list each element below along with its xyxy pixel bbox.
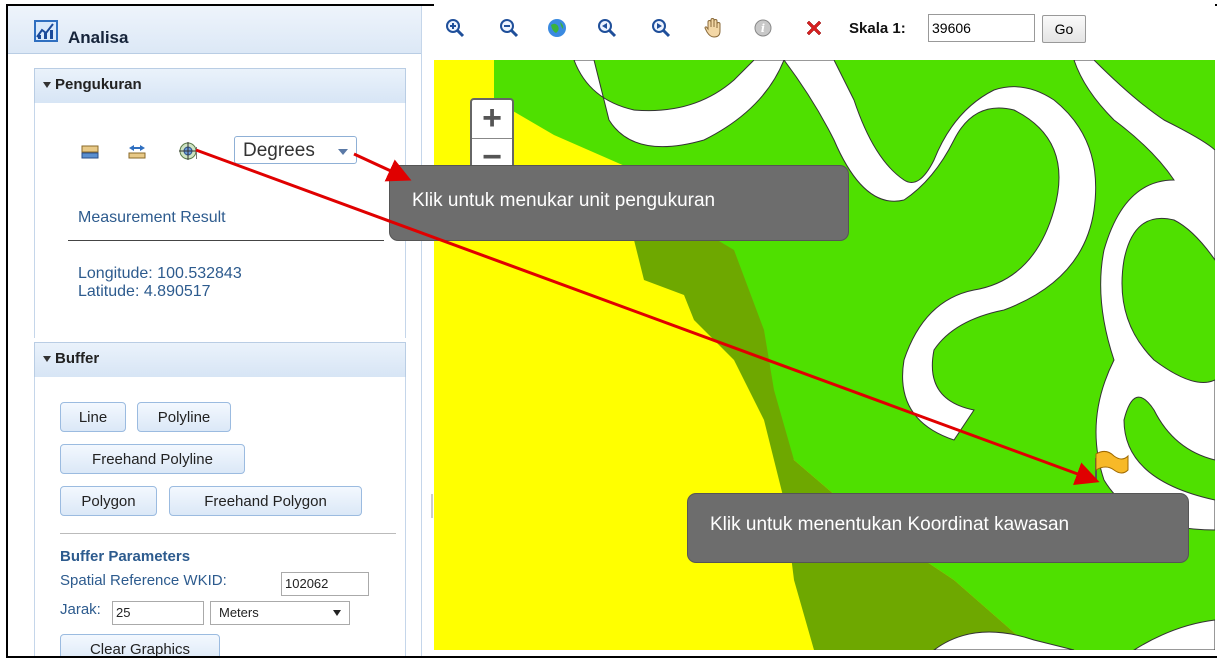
distance-input[interactable]: 25: [112, 601, 204, 625]
clear-graphics-button[interactable]: Clear Graphics: [60, 634, 220, 656]
measurement-result-title: Measurement Result: [78, 209, 226, 226]
latitude-value: Latitude: 4.890517: [78, 283, 211, 300]
longitude-value: Longitude: 100.532843: [78, 265, 242, 282]
unit-select[interactable]: Degrees: [234, 136, 357, 164]
previous-extent-icon[interactable]: [596, 17, 618, 39]
map-zoom-in-button[interactable]: +: [472, 100, 512, 138]
clear-x-icon[interactable]: [803, 17, 825, 39]
panel-splitter[interactable]: [431, 494, 433, 518]
freehand-polyline-button[interactable]: Freehand Polyline: [60, 444, 245, 474]
panel-title: Analisa: [68, 28, 129, 47]
divider: [68, 240, 384, 241]
distance-label: Jarak:: [60, 601, 101, 618]
wkid-input[interactable]: 102062: [281, 572, 369, 596]
measurement-section-header[interactable]: Pengukuran: [34, 68, 406, 104]
distance-unit-select[interactable]: Meters: [210, 601, 350, 625]
area-measure-icon[interactable]: [80, 142, 100, 162]
globe-icon[interactable]: [546, 17, 568, 39]
freehand-polygon-button[interactable]: Freehand Polygon: [169, 486, 362, 516]
chevron-down-icon: [338, 149, 348, 155]
polyline-button[interactable]: Polyline: [137, 402, 231, 432]
divider: [60, 533, 396, 534]
collapse-triangle-icon: [43, 356, 51, 362]
pan-hand-icon[interactable]: [702, 17, 724, 39]
info-icon[interactable]: i: [752, 17, 774, 39]
coordinate-callout-text: Klik untuk menentukan Koordinat kawasan: [710, 514, 1070, 535]
zoom-in-icon[interactable]: [444, 17, 466, 39]
wkid-label: Spatial Reference WKID:: [60, 572, 227, 589]
svg-text:i: i: [761, 22, 765, 35]
distance-unit-value: Meters: [219, 605, 259, 620]
unit-callout: Klik untuk menukar unit pengukuran: [390, 166, 848, 240]
measurement-header-label: Pengukuran: [55, 76, 142, 93]
next-extent-icon[interactable]: [650, 17, 672, 39]
unit-callout-text: Klik untuk menukar unit pengukuran: [412, 190, 716, 211]
collapse-triangle-icon: [43, 82, 51, 88]
toolbar-separator: [196, 147, 197, 159]
buffer-section-header[interactable]: Buffer: [34, 342, 406, 378]
chevron-down-icon: [333, 610, 341, 616]
unit-select-value: Degrees: [243, 140, 315, 161]
buffer-header-label: Buffer: [55, 350, 100, 367]
panel-header: Analisa: [8, 6, 421, 54]
location-measure-icon[interactable]: [178, 141, 198, 161]
distance-measure-icon[interactable]: [127, 142, 147, 162]
go-button[interactable]: Go: [1042, 15, 1086, 43]
buffer-parameters-title: Buffer Parameters: [60, 548, 191, 565]
coordinate-callout: Klik untuk menentukan Koordinat kawasan: [688, 494, 1188, 562]
analysis-panel: Analisa Pengukuran Degrees Measurement R…: [8, 6, 422, 656]
chart-icon: [34, 20, 58, 42]
scale-input[interactable]: 39606: [928, 14, 1035, 42]
scale-label: Skala 1:: [849, 20, 906, 37]
line-button[interactable]: Line: [60, 402, 126, 432]
polygon-button[interactable]: Polygon: [60, 486, 157, 516]
zoom-out-icon[interactable]: [498, 17, 520, 39]
